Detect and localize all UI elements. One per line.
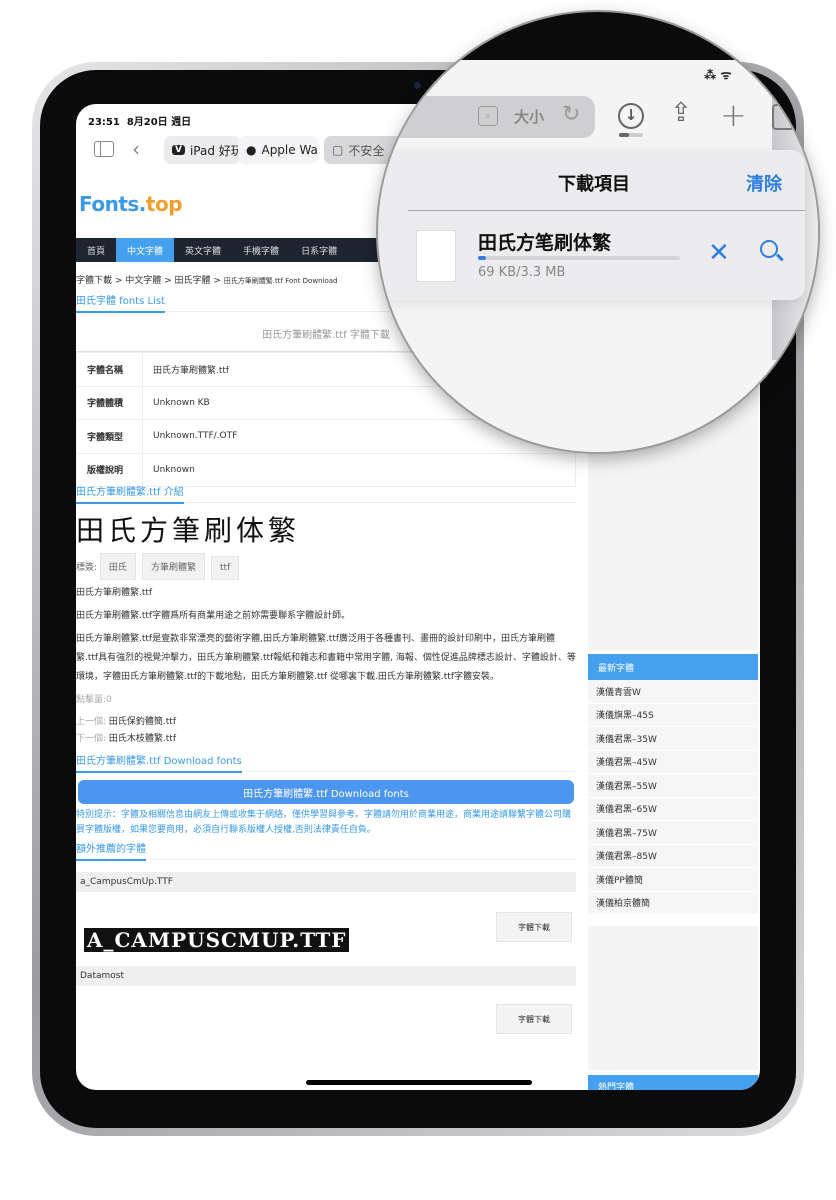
click-count: 點擊量:0 bbox=[76, 695, 112, 705]
nav-chinese[interactable]: 中文字體 bbox=[116, 238, 175, 262]
tab-label: Apple Wa bbox=[261, 143, 318, 157]
list-heading-link[interactable]: 田氏字體 fonts List bbox=[76, 292, 165, 313]
list-item[interactable]: 漢儀柏京體簡 bbox=[588, 891, 758, 915]
tab-favicon: V bbox=[172, 145, 185, 155]
recommended-font-name[interactable]: a_CampusCmUp.TTF bbox=[76, 872, 576, 892]
prev-link[interactable]: 田氏保釣體簡.ttf bbox=[109, 717, 176, 727]
new-tab-icon[interactable]: + bbox=[720, 96, 747, 134]
download-heading: 田氏方筆刷體繁.ttf Download fonts bbox=[76, 750, 576, 773]
list-item[interactable]: 漢儀PP體簡 bbox=[588, 868, 758, 892]
search-page-icon[interactable]: ⌕ bbox=[478, 106, 498, 126]
date: 8月20日 週日 bbox=[126, 117, 192, 128]
font-download-button[interactable]: 字體下載 bbox=[496, 912, 572, 942]
reveal-search-icon[interactable] bbox=[760, 240, 784, 261]
downloads-icon[interactable]: ↓ bbox=[618, 103, 644, 129]
magnifier: ⁂ ᯤ ⌕ 大小 ↻ ↓ ⇪ + 下載項目 清除 田氏方笔刷体繁 69 KB/3… bbox=[378, 12, 818, 452]
tag[interactable]: ttf bbox=[210, 556, 240, 580]
recommended-font-name[interactable]: Datamost bbox=[76, 966, 576, 986]
list-item[interactable]: 漢儀君黑–75W bbox=[588, 821, 758, 845]
home-indicator[interactable] bbox=[306, 1080, 532, 1085]
breadcrumb-links[interactable]: 字體下載 > 中文字體 > 田氏字體 > bbox=[76, 276, 224, 286]
tags-label: 標簽: bbox=[76, 563, 98, 573]
text-size-button[interactable]: 大小 bbox=[514, 106, 544, 127]
site-logo[interactable]: Fonts.top bbox=[79, 192, 183, 216]
nav-home[interactable]: 首頁 bbox=[76, 238, 116, 262]
description: 田氏方筆刷體繁.ttf是壹款非常漂亮的藝術字體,田氏方筆刷體繁.ttf廣泛用于各… bbox=[76, 634, 576, 682]
cancel-download-icon[interactable]: ✕ bbox=[708, 238, 730, 268]
tags: 標簽: 田氏 方筆刷體繁 ttf bbox=[76, 553, 576, 580]
info-key: 字體名稱 bbox=[76, 352, 143, 387]
list-item[interactable]: 漢儀君黑–45W bbox=[588, 750, 758, 774]
latest-heading: 最新字體 bbox=[588, 654, 758, 680]
nav-english[interactable]: 英文字體 bbox=[174, 238, 232, 262]
paragraph: 田氏方筆刷體繁.ttf bbox=[76, 588, 153, 598]
font-preview: 田氏方筆刷体繁 bbox=[76, 514, 301, 547]
tab-favicon: ▢ bbox=[332, 143, 344, 157]
clear-button[interactable]: 清除 bbox=[746, 170, 782, 196]
download-fonts-button[interactable]: 田氏方筆刷體繁.ttf Download fonts bbox=[78, 780, 574, 804]
downloads-popover: 下載項目 清除 田氏方笔刷体繁 69 KB/3.3 MB ✕ bbox=[380, 150, 805, 300]
list-item[interactable]: 漢儀君黑–55W bbox=[588, 774, 758, 798]
prev-label: 上一個: bbox=[76, 717, 107, 727]
tag[interactable]: 田氏 bbox=[99, 553, 136, 580]
download-heading-text: 田氏方筆刷體繁.ttf Download fonts bbox=[76, 752, 242, 773]
sidebar-icon[interactable] bbox=[94, 141, 114, 157]
recommended-item: A_CAMPUSCMUP.TTF 字體下載 bbox=[76, 892, 576, 962]
breadcrumb-current: 田氏方筆刷體繁.ttf Font Download bbox=[223, 277, 338, 285]
next-label: 下一個: bbox=[76, 734, 107, 744]
recommend-heading: 額外推薦的字體 bbox=[76, 838, 576, 861]
download-size: 69 KB/3.3 MB bbox=[478, 265, 566, 280]
share-icon[interactable]: ⇪ bbox=[670, 98, 692, 128]
recommended-font-preview: A_CAMPUSCMUP.TTF bbox=[84, 928, 350, 952]
site-nav: 首頁 中文字體 英文字體 手機字體 日系字體 bbox=[76, 238, 396, 262]
logo-part: Fonts. bbox=[79, 192, 146, 216]
status-bar: 23:51 8月20日 週日 bbox=[88, 113, 191, 128]
list-item[interactable]: 漢儀君黑–65W bbox=[588, 797, 758, 821]
logo-part: top bbox=[145, 192, 183, 216]
back-icon[interactable]: ‹ bbox=[132, 137, 140, 161]
paragraph: 田氏方筆刷體繁.ttf字體爲所有商業用途之前妳需要聯系字體設計師。 bbox=[76, 611, 351, 621]
info-key: 字體類型 bbox=[76, 419, 143, 454]
recommended-item: 字體下載 bbox=[76, 986, 576, 1046]
popular-heading: 熱門字體 bbox=[588, 1075, 758, 1090]
download-progress-fill bbox=[478, 256, 486, 260]
list-item[interactable]: 漢儀旗黑–45S bbox=[588, 703, 758, 727]
magnified-view: ⁂ ᯤ ⌕ 大小 ↻ ↓ ⇪ + 下載項目 清除 田氏方笔刷体繁 69 KB/3… bbox=[378, 12, 818, 452]
nav-mobile[interactable]: 手機字體 bbox=[232, 238, 290, 262]
sidebar-ad bbox=[588, 926, 758, 1070]
file-icon bbox=[416, 230, 456, 282]
font-download-button[interactable]: 字體下載 bbox=[496, 1004, 572, 1034]
list-item[interactable]: 漢儀君黑–35W bbox=[588, 727, 758, 751]
tab-ipad[interactable]: ViPad 好玩 bbox=[164, 136, 240, 164]
notice: 特別提示：字體及相關信息由網友上傳或收集于網絡，僅供學習與參考。字體請勿用於商業… bbox=[76, 810, 572, 835]
info-key: 字體體積 bbox=[76, 385, 143, 420]
tab-apple[interactable]: ● Apple Wa bbox=[238, 136, 318, 164]
divider bbox=[408, 210, 805, 211]
latest-fonts: 最新字體 漢儀青雲W 漢儀旗黑–45S 漢儀君黑–35W 漢儀君黑–45W 漢儀… bbox=[588, 654, 758, 915]
recommend-heading-text: 額外推薦的字體 bbox=[76, 840, 146, 861]
tabs-overview-icon[interactable] bbox=[772, 104, 794, 130]
downloads-title: 下載項目 bbox=[558, 174, 630, 195]
next-link[interactable]: 田氏木枝體繁.ttf bbox=[109, 734, 176, 744]
time: 23:51 bbox=[88, 117, 120, 128]
reload-icon[interactable]: ↻ bbox=[562, 102, 580, 127]
download-progress-bar bbox=[478, 256, 680, 260]
tag[interactable]: 方筆刷體繁 bbox=[141, 553, 205, 580]
download-file-name: 田氏方笔刷体繁 bbox=[478, 232, 612, 254]
list-item[interactable]: 漢儀君黑–85W bbox=[588, 844, 758, 868]
download-mini-progress bbox=[619, 133, 643, 137]
tab-label: iPad 好玩 bbox=[189, 143, 240, 158]
intro-heading: 田氏方筆刷體繁.ttf 介紹 bbox=[76, 481, 576, 504]
nav-japanese[interactable]: 日系字體 bbox=[290, 238, 348, 262]
list-item[interactable]: 漢儀青雲W bbox=[588, 680, 758, 704]
breadcrumb: 字體下載 > 中文字體 > 田氏字體 > 田氏方筆刷體繁.ttf Font Do… bbox=[76, 273, 337, 286]
intro-heading-text: 田氏方筆刷體繁.ttf 介紹 bbox=[76, 483, 184, 504]
apple-icon: ● bbox=[246, 143, 257, 157]
status-icons: ⁂ ᯤ bbox=[704, 68, 732, 82]
